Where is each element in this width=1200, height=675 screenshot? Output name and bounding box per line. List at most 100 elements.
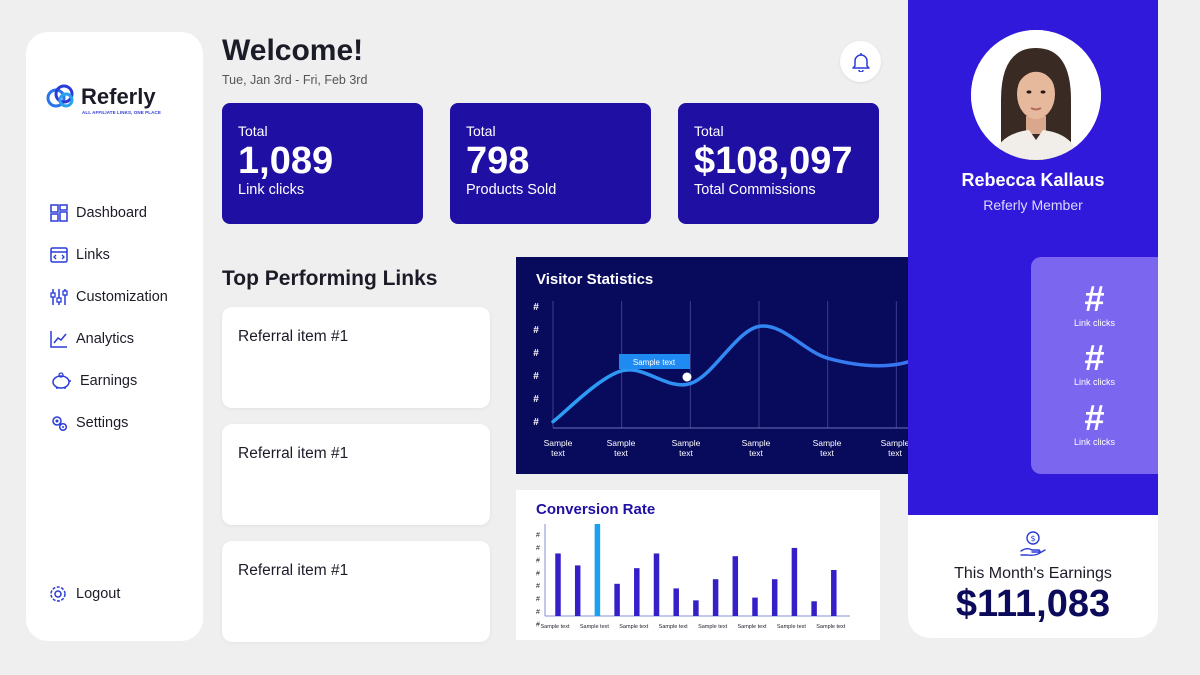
hash-icon: # [1084, 278, 1105, 319]
logout-label: Logout [76, 586, 121, 602]
conversion-bar[interactable] [614, 583, 620, 616]
referral-label: Referral item #1 [238, 445, 349, 462]
date-range[interactable]: Tue, Jan 3rd - Fri, Feb 3rd [222, 73, 367, 87]
y-tick-label: # [533, 394, 539, 405]
profile-photo [971, 30, 1101, 160]
sidebar-item-label: Customization [76, 289, 168, 305]
cloud-link-icon [46, 84, 74, 108]
y-tick-label: # [536, 583, 540, 590]
sidebar-item-customization[interactable]: Customization [50, 276, 168, 318]
conversion-bar[interactable] [634, 568, 640, 616]
y-tick-label: # [536, 532, 540, 539]
conversion-bar[interactable] [574, 565, 581, 616]
y-tick-label: # [533, 417, 539, 428]
stat-value: $108,097 [694, 140, 853, 182]
conversion-bar[interactable] [732, 556, 739, 616]
conversion-bar[interactable] [673, 588, 679, 616]
quick-stat[interactable]: # Link clicks [1031, 337, 1158, 388]
brand-logo[interactable]: Referly [46, 84, 156, 110]
quick-stat-label: Link clicks [1073, 437, 1115, 447]
conversion-bar[interactable] [693, 600, 699, 616]
quick-stats-panel: # Link clicks # Link clicks # Link click… [1031, 257, 1158, 474]
page-title: Welcome! [222, 34, 364, 67]
monthly-earnings-card: $ This Month's Earnings $111,083 [908, 515, 1158, 638]
brand-tagline: ALL AFFILIATE LINKS, ONE PLACE [82, 110, 161, 115]
y-tick-label: # [533, 302, 539, 313]
stat-top-label: Total [694, 123, 724, 139]
sidebar-item-links[interactable]: Links [50, 234, 168, 276]
y-tick-label: # [536, 622, 540, 629]
x-tick-label: Sampletext [672, 438, 701, 458]
conversion-bar[interactable] [771, 579, 778, 616]
stat-top-label: Total [466, 123, 496, 139]
x-tick-label: Sampletext [607, 438, 636, 458]
y-tick-label: # [536, 570, 540, 577]
gear-icon [50, 586, 66, 602]
bell-icon [851, 52, 870, 72]
highlight-point[interactable] [682, 372, 692, 382]
quick-stat[interactable]: # Link clicks [1031, 278, 1158, 329]
x-tick-label: Sampletext [544, 438, 573, 458]
stat-card-link-clicks[interactable]: Total 1,089 Link clicks [222, 103, 423, 224]
quick-stat[interactable]: # Link clicks [1031, 397, 1158, 448]
referral-card[interactable]: Referral item #1 [222, 424, 490, 525]
gears-icon [52, 416, 68, 432]
stat-card-products-sold[interactable]: Total 798 Products Sold [450, 103, 651, 224]
x-tick-label: Sample text [580, 624, 610, 630]
conversion-bar[interactable] [594, 524, 601, 616]
x-tick-label: Sample text [540, 624, 570, 630]
y-tick-label: # [533, 371, 539, 382]
top-links-title: Top Performing Links [222, 267, 438, 290]
tooltip-text: Sample text [633, 358, 676, 367]
x-tick-label: Sample text [816, 624, 846, 630]
stat-top-label: Total [238, 123, 268, 139]
avatar[interactable] [971, 30, 1101, 160]
x-tick-label: Sample text [777, 624, 807, 630]
referral-label: Referral item #1 [238, 562, 349, 579]
hash-icon: # [1084, 397, 1105, 438]
sidebar-item-label: Settings [76, 415, 129, 431]
sidebar: Referly ALL AFFILIATE LINKS, ONE PLACE D… [26, 32, 203, 641]
y-tick-label: # [533, 348, 539, 359]
stat-value: 1,089 [238, 140, 334, 182]
notification-button[interactable] [840, 41, 881, 82]
x-tick-label: Sampletext [813, 438, 842, 458]
hash-icon: # [1084, 337, 1105, 378]
sidebar-item-earnings[interactable]: Earnings [50, 360, 168, 402]
y-tick-label: # [536, 609, 540, 616]
conversion-bar[interactable] [712, 579, 719, 616]
x-tick-label: Sample text [698, 624, 728, 630]
profile-role: Referly Member [983, 197, 1083, 213]
x-tick-label: Sampletext [881, 438, 910, 458]
y-tick-label: # [536, 545, 540, 552]
x-tick-label: Sample text [737, 624, 767, 630]
y-tick-label: # [536, 596, 540, 603]
conversion-bar[interactable] [831, 570, 837, 616]
sidebar-item-analytics[interactable]: Analytics [50, 318, 168, 360]
conversion-bar[interactable] [752, 597, 758, 616]
money-hand-icon: $ [1020, 531, 1046, 557]
conversion-bar[interactable] [555, 553, 561, 616]
quick-stat-label: Link clicks [1073, 318, 1115, 328]
referral-card[interactable]: Referral item #1 [222, 307, 490, 408]
profile-name: Rebecca Kallaus [961, 170, 1105, 190]
conversion-bar[interactable] [791, 547, 798, 616]
conversion-rate-panel: Conversion Rate # # # # # # # # Sample text Sampl… [516, 490, 880, 640]
stat-bottom-label: Products Sold [466, 182, 557, 198]
referral-card[interactable]: Referral item #1 [222, 541, 490, 642]
stat-bottom-label: Total Commissions [694, 182, 816, 198]
dashboard-icon [50, 204, 68, 222]
svg-text:$: $ [1030, 534, 1035, 543]
stat-card-total-commissions[interactable]: Total $108,097 Total Commissions [678, 103, 879, 224]
sidebar-item-settings[interactable]: Settings [50, 402, 168, 444]
sidebar-item-label: Dashboard [76, 205, 147, 221]
conversion-bar[interactable] [811, 601, 817, 616]
x-tick-label: Sampletext [742, 438, 771, 458]
sidebar-item-dashboard[interactable]: Dashboard [50, 192, 168, 234]
stat-value: 798 [466, 140, 530, 182]
referral-label: Referral item #1 [238, 328, 349, 345]
logout-button[interactable]: Logout [48, 584, 120, 604]
quick-stat-label: Link clicks [1073, 377, 1115, 387]
y-tick-label: # [536, 558, 540, 565]
conversion-bar[interactable] [653, 553, 660, 616]
